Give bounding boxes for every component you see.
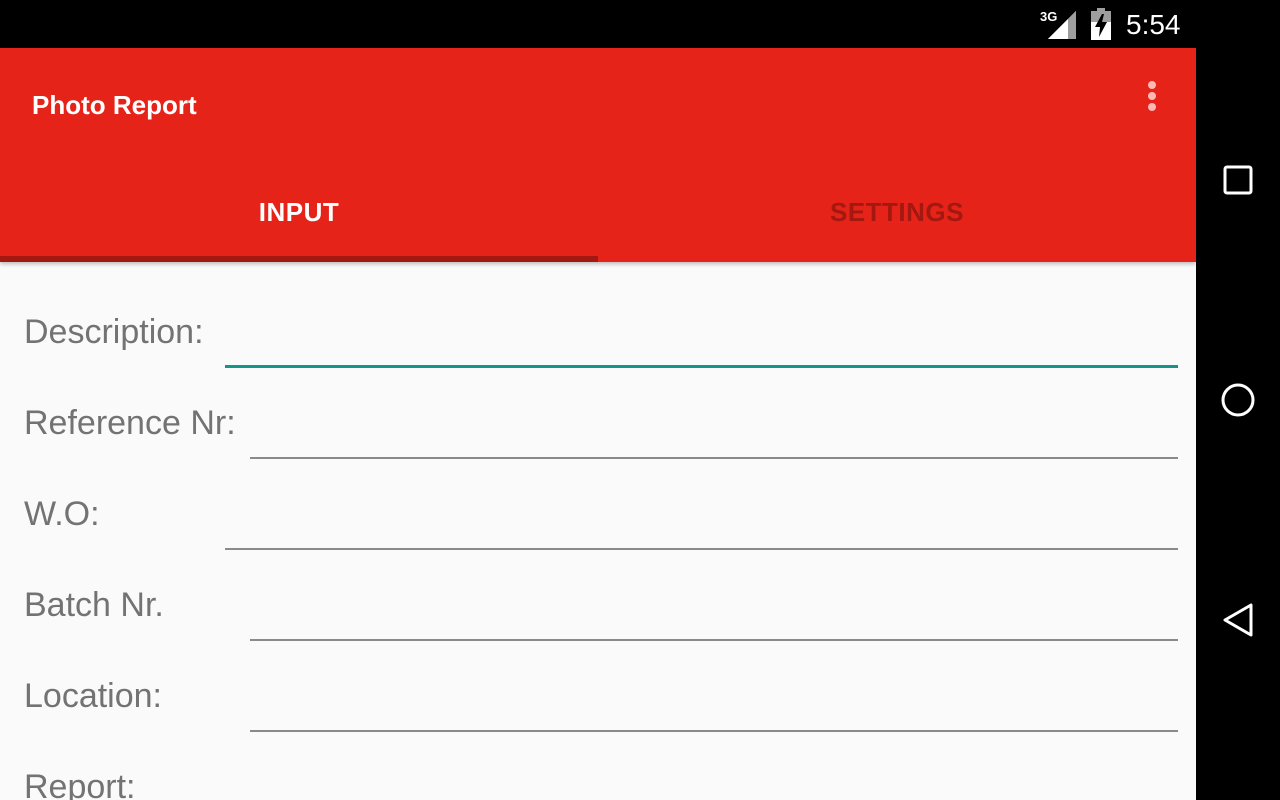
tab-selection-indicator (0, 256, 598, 262)
location-label: Location: (24, 677, 162, 715)
wo-input[interactable] (225, 480, 1178, 550)
tab-settings[interactable]: SETTINGS (598, 174, 1196, 262)
form-row-batch-nr: Batch Nr. (0, 555, 1196, 646)
reference-nr-label: Reference Nr: (24, 404, 236, 442)
description-label: Description: (24, 313, 204, 351)
form-row-reference-nr: Reference Nr: (0, 373, 1196, 464)
form-row-wo: W.O: (0, 464, 1196, 555)
battery-charging-icon (1091, 8, 1111, 40)
description-input[interactable] (225, 298, 1178, 368)
navigation-bar (1196, 0, 1280, 800)
batch-nr-input[interactable] (250, 571, 1178, 641)
app-bar: Photo Report INPUT SETTINGS (0, 48, 1196, 262)
app-title: Photo Report (32, 90, 197, 120)
home-icon[interactable] (1208, 370, 1268, 430)
app-screen: 3G 5:54 Photo Report INPUT SETTINGS Desc… (0, 0, 1196, 800)
more-vert-icon[interactable] (1132, 76, 1172, 116)
back-icon[interactable] (1208, 590, 1268, 650)
status-bar: 3G 5:54 (0, 0, 1196, 48)
batch-nr-label: Batch Nr. (24, 586, 164, 624)
form-row-description: Description: (0, 282, 1196, 373)
form-row-location: Location: (0, 646, 1196, 737)
tab-input[interactable]: INPUT (0, 174, 598, 262)
network-indicator: 3G (1040, 9, 1076, 39)
recents-icon[interactable] (1208, 150, 1268, 210)
signal-icon (1048, 11, 1076, 39)
form-row-report: Report: (0, 737, 1196, 800)
clock: 5:54 (1126, 9, 1181, 40)
tab-input-label: INPUT (258, 197, 340, 227)
reference-nr-input[interactable] (250, 389, 1178, 459)
tab-settings-label: SETTINGS (829, 197, 964, 227)
report-label: Report: (24, 768, 136, 800)
location-input[interactable] (250, 662, 1178, 732)
wo-label: W.O: (24, 495, 100, 533)
